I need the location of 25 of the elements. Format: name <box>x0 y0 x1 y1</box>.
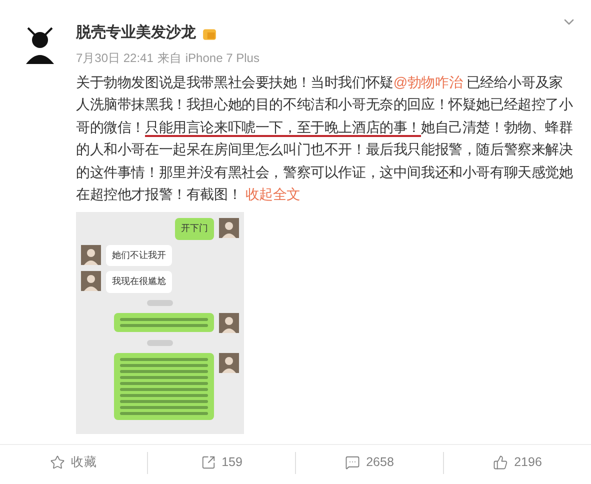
avatar <box>219 218 239 238</box>
source-label: 来自 <box>157 50 182 66</box>
chat-bubble: 我现在很尴尬 <box>106 271 172 293</box>
avatar <box>81 244 101 265</box>
avatar <box>219 312 239 333</box>
favorite-button[interactable]: 收藏 <box>50 453 97 472</box>
like-button[interactable]: 2196 <box>493 453 542 472</box>
repost-button[interactable]: 159 <box>200 453 242 472</box>
chat-bubble: 开下门 <box>175 218 214 240</box>
chat-bubble: 她们不让我开 <box>106 244 172 266</box>
avatar <box>81 271 101 292</box>
collapse-link[interactable]: 收起全文 <box>245 186 301 202</box>
thumbs-up-icon <box>493 455 508 470</box>
timestamp-pill <box>147 340 173 346</box>
avatar <box>219 352 239 373</box>
device-name: iPhone 7 Plus <box>185 50 260 66</box>
comment-button[interactable]: 2658 <box>345 453 394 472</box>
star-icon <box>50 455 65 470</box>
post-text: 关于勃物发图说是我带黑社会要扶她！当时我们怀疑@勃物咋治 已经给小哥及家人洗脑带抹黑我！我担心她的目的不纯洁和小哥无奈的回应！怀疑她已经超控了小哥的微信！只能用言论来吓唬一下，至于晚上酒店的事！她自己清楚！勃物、蜂群的人和小哥在一起呆在房间里怎么叫门也不开！最后我只能报警，随后警察来解决的这件事情！那里并没有黑社会，警察可以作证，这中间我还和小哥有聊天感觉她在超控他才报警！有截图！ 收起全文 <box>76 72 573 204</box>
mention-link[interactable]: @勃物咋治 <box>393 74 463 90</box>
author-name[interactable]: 脱壳专业美发沙龙 <box>76 22 196 44</box>
share-icon <box>200 455 216 470</box>
post-time: 7月30日 22:41 <box>76 50 154 66</box>
comment-icon <box>345 455 360 470</box>
timestamp-pill <box>147 300 173 306</box>
